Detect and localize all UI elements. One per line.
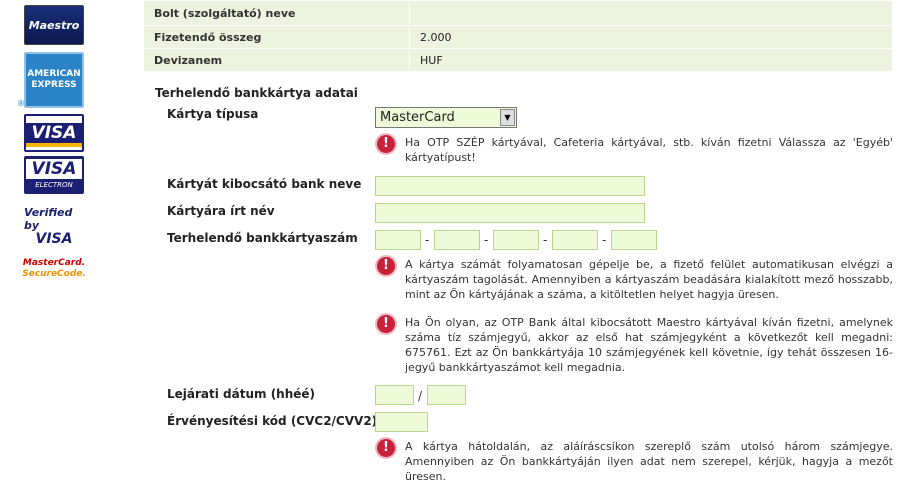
visa-electron-text: VISA — [26, 159, 82, 179]
vbv-text-2: VISA — [35, 231, 73, 247]
warning-icon: ! — [375, 133, 397, 155]
vbv-text-1: Verified by — [24, 206, 73, 232]
summary-row: Devizanem HUF — [143, 48, 893, 72]
msc-text-1: MasterCard. — [22, 258, 86, 268]
card-number-separator: - — [484, 233, 489, 247]
amount-label: Fizetendő összeg — [143, 25, 410, 49]
shop-name-value — [409, 0, 893, 26]
card-number-separator: - — [543, 233, 548, 247]
registered-mark: ® — [17, 99, 25, 108]
chevron-down-icon[interactable]: ▼ — [500, 109, 515, 126]
section-title: Terhelendő bankkártya adatai — [155, 86, 358, 100]
amount-value: 2.000 — [409, 25, 893, 49]
card-number-part-3[interactable] — [493, 230, 539, 250]
amex-text-1: AMERICAN — [27, 69, 81, 79]
verified-by-visa-logo: Verified by VISA — [24, 206, 84, 246]
electron-text: ELECTRON — [35, 181, 73, 189]
card-logos: Maestro AMERICAN EXPRESS ® VISA VISA ELE… — [0, 0, 110, 475]
mastercard-securecode-logo: MasterCard. SecureCode. — [22, 256, 86, 282]
cvc-input[interactable] — [375, 412, 428, 432]
warning-icon: ! — [375, 255, 397, 277]
msc-text-2: SecureCode. — [22, 269, 86, 279]
warning-icon: ! — [375, 437, 397, 459]
cardholder-name-input[interactable] — [375, 203, 645, 223]
expiry-year-input[interactable] — [427, 385, 466, 405]
american-express-logo: AMERICAN EXPRESS — [24, 52, 84, 108]
visa-logo: VISA — [24, 114, 84, 152]
currency-label: Devizanem — [143, 48, 410, 72]
expiry-month-input[interactable] — [375, 385, 414, 405]
maestro-logo-text: Maestro — [28, 18, 80, 32]
bank-name-label: Kártyát kibocsátó bank neve — [167, 177, 362, 191]
payment-summary-table: Bolt (szolgáltató) neve Fizetendő összeg… — [143, 0, 893, 72]
card-number-part-1[interactable] — [375, 230, 421, 250]
card-number-part-2[interactable] — [434, 230, 480, 250]
bank-name-input[interactable] — [375, 176, 645, 196]
visa-logo-text: VISA — [26, 118, 82, 148]
maestro-note: Ha Ön olyan, az OTP Bank által kibocsáto… — [405, 316, 893, 374]
card-number-label: Terhelendő bankkártyaszám — [167, 231, 358, 245]
card-type-value: MasterCard — [380, 110, 455, 125]
card-type-label: Kártya típusa — [167, 107, 259, 121]
shop-name-label: Bolt (szolgáltató) neve — [143, 0, 410, 26]
card-type-note: Ha OTP SZÉP kártyával, Cafeteria kártyáv… — [405, 136, 893, 164]
card-number-note: A kártya számát folyamatosan gépelje be,… — [405, 258, 893, 301]
cardholder-name-label: Kártyára írt név — [167, 204, 275, 218]
cvc-note: A kártya hátoldalán, az aláíráscsíkon sz… — [405, 440, 893, 483]
warning-icon: ! — [375, 313, 397, 335]
maestro-logo: Maestro — [24, 5, 84, 45]
summary-row: Bolt (szolgáltató) neve — [143, 0, 893, 26]
currency-value: HUF — [409, 48, 893, 72]
expiry-separator: / — [418, 389, 423, 403]
card-number-part-5[interactable] — [611, 230, 657, 250]
amex-text-2: EXPRESS — [31, 80, 77, 90]
card-number-separator: - — [602, 233, 607, 247]
summary-row: Fizetendő összeg 2.000 — [143, 25, 893, 49]
card-number-part-4[interactable] — [552, 230, 598, 250]
card-number-separator: - — [425, 233, 430, 247]
card-type-select[interactable]: MasterCard ▼ — [375, 107, 517, 128]
visa-electron-logo: VISA ELECTRON — [24, 156, 84, 194]
expiry-label: Lejárati dátum (hhéé) — [167, 387, 316, 401]
cvc-label: Érvényesítési kód (CVC2/CVV2) — [167, 414, 378, 428]
